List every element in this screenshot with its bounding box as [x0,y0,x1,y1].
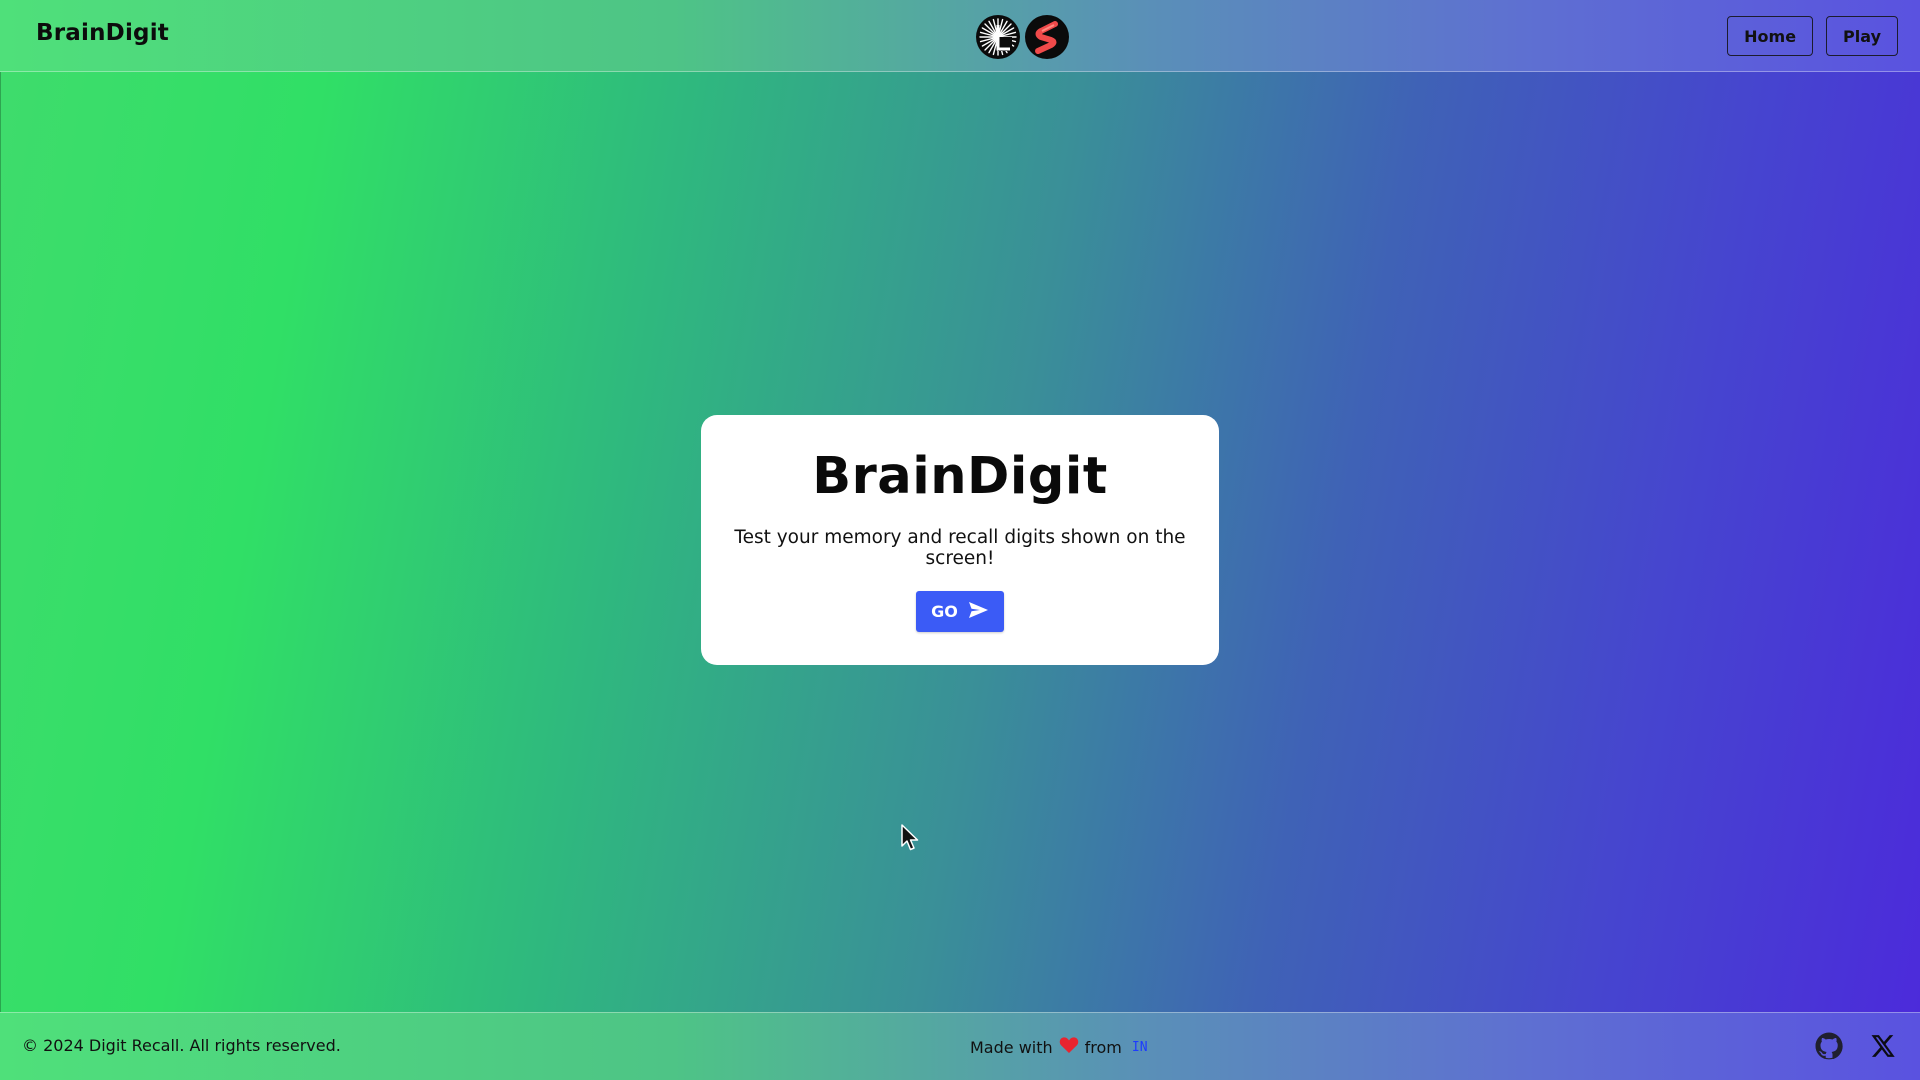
nav-play-button[interactable]: Play [1826,16,1898,56]
go-button-label: GO [931,602,958,621]
radial-burst-logo [976,15,1020,59]
country-code: IN [1131,1039,1148,1055]
made-with-text: Made with [970,1037,1053,1057]
card-title: BrainDigit [812,447,1108,506]
made-with-love: Made with from IN [970,1036,1148,1058]
brand-logo-text[interactable]: BrainDigit [36,20,169,46]
go-button[interactable]: GO [916,591,1004,632]
card-subtitle: Test your memory and recall digits shown… [734,527,1186,570]
send-icon [968,601,989,623]
site-header: BrainDigit Home Play [0,0,1920,72]
github-icon[interactable] [1814,1031,1844,1061]
partner-logos [976,15,1069,59]
social-links [1814,1031,1898,1061]
mouse-cursor [901,824,921,856]
site-footer: © 2024 Digit Recall. All rights reserved… [0,1012,1920,1080]
nav-home-button[interactable]: Home [1727,16,1814,56]
page-edge [0,0,1,1080]
copyright-text: © 2024 Digit Recall. All rights reserved… [22,1036,341,1055]
x-icon[interactable] [1868,1031,1898,1061]
top-nav: Home Play [1727,16,1898,56]
s-logo [1025,15,1069,59]
intro-card: BrainDigit Test your memory and recall d… [701,415,1219,665]
heart-icon [1059,1036,1079,1058]
from-text: from [1084,1037,1122,1057]
